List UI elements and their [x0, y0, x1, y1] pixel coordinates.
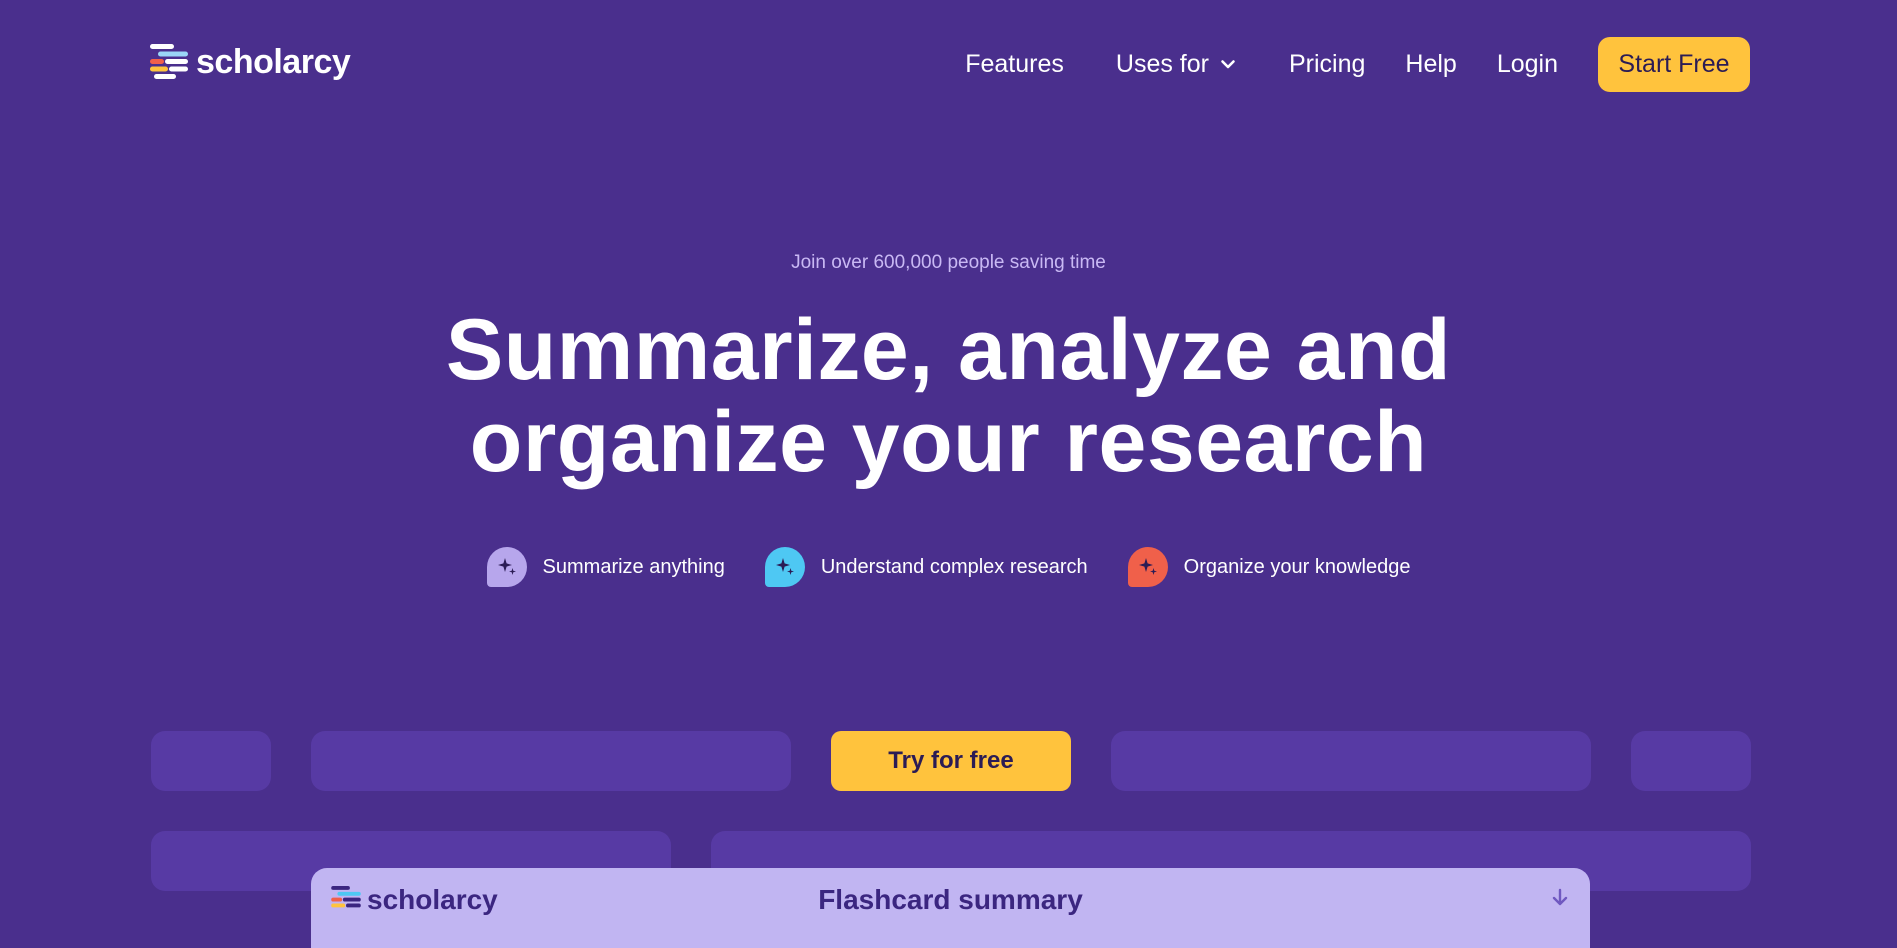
feature-badge — [764, 547, 805, 587]
hero-headline: Summarize, analyze and organize your res… — [0, 304, 1897, 488]
nav-link-label: Pricing — [1288, 49, 1366, 78]
chevron-down-icon — [1221, 60, 1235, 69]
preview-title: Flashcard summary — [818, 884, 1083, 915]
nav-link-pricing[interactable]: Pricing — [1289, 50, 1365, 79]
nav-links: Features Uses for Pricing Help Login Sta… — [965, 36, 1750, 92]
brand-name: scholarcy — [196, 43, 351, 81]
feature-label: Organize your knowledge — [1183, 555, 1411, 578]
nav-link-login[interactable]: Login — [1497, 50, 1558, 79]
scholarcy-logo-icon — [150, 44, 188, 79]
headline-line-2: organize your research — [469, 394, 1428, 490]
feature-understand: Understand complex research — [764, 547, 1088, 587]
feature-organize: Organize your knowledge — [1127, 547, 1411, 587]
brand-logo[interactable]: scholarcy — [150, 43, 351, 81]
download-icon[interactable] — [1550, 888, 1570, 910]
try-for-free-button[interactable]: Try for free — [831, 731, 1071, 791]
feature-summarize: Summarize anything — [486, 547, 725, 587]
nav-link-help[interactable]: Help — [1405, 50, 1456, 79]
marquee-tile — [1111, 731, 1591, 791]
nav-link-uses-for[interactable]: Uses for — [1116, 50, 1237, 79]
sparkle-icon — [1138, 558, 1157, 575]
feature-label: Summarize anything — [542, 555, 725, 578]
feature-badge — [1127, 547, 1168, 587]
start-free-button[interactable]: Start Free — [1598, 36, 1750, 92]
headline-line-1: Summarize, analyze and — [445, 302, 1452, 398]
hero-eyebrow: Join over 600,000 people saving time — [791, 252, 1106, 273]
nav-link-label: Features — [965, 49, 1064, 78]
flashcard-preview: scholarcy Flashcard summary — [311, 868, 1590, 948]
feature-badge — [486, 547, 527, 587]
marquee-tile — [1631, 731, 1751, 791]
sparkle-icon — [497, 558, 516, 575]
nav-link-features[interactable]: Features — [965, 50, 1064, 79]
top-nav: scholarcy Features Uses for Pricing Help… — [0, 0, 1897, 128]
nav-link-label: Help — [1405, 49, 1457, 78]
nav-link-label: Uses for — [1115, 49, 1209, 78]
feature-label: Understand complex research — [820, 555, 1088, 578]
sparkle-icon — [775, 558, 794, 575]
marquee-tile — [311, 731, 791, 791]
nav-link-label: Login — [1496, 49, 1558, 78]
marquee-tile — [151, 731, 271, 791]
feature-list: Summarize anything Understand complex re… — [0, 547, 1897, 587]
